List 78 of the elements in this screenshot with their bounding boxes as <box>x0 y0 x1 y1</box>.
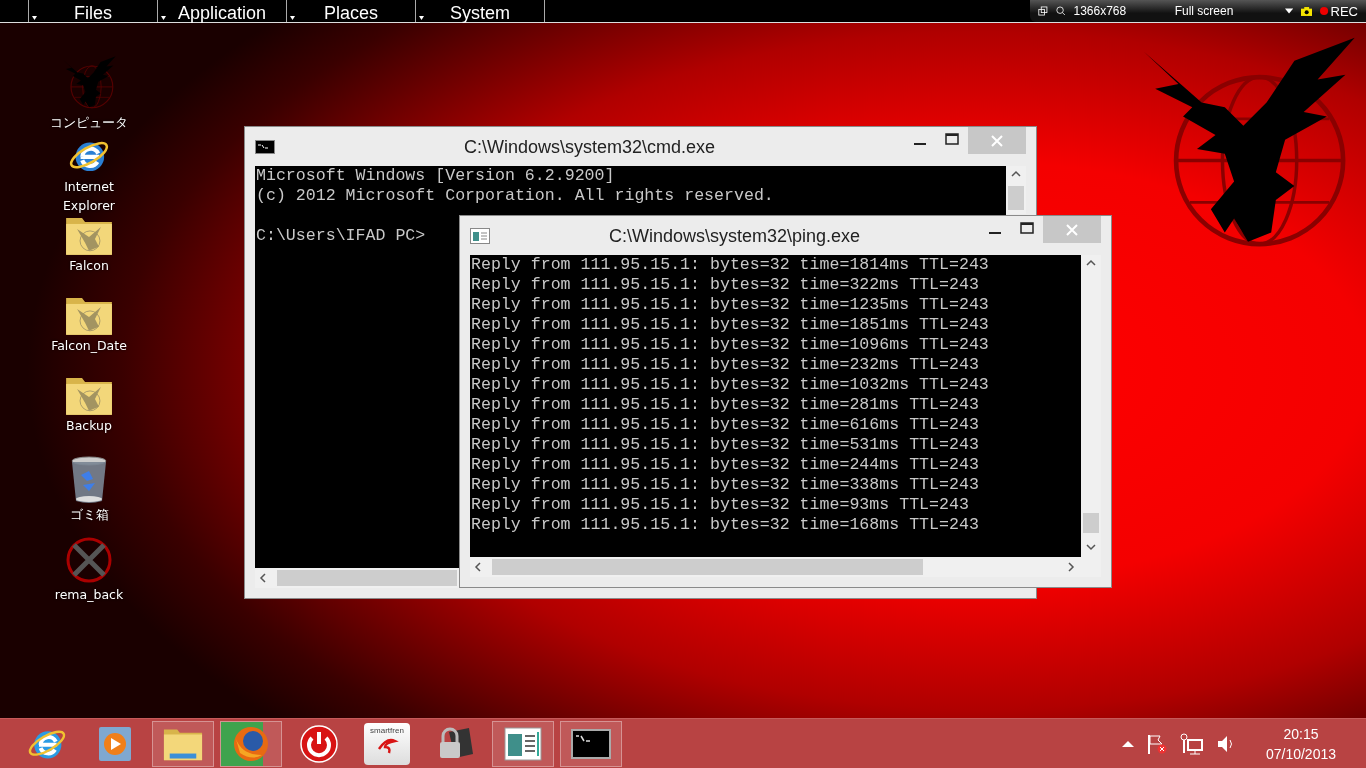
console-line: Reply from 111.95.15.1: bytes=32 time=232ms TTL=243 <box>471 355 979 375</box>
firefox-icon <box>232 724 270 763</box>
taskbar-button[interactable] <box>152 720 214 767</box>
crossed-circle-icon <box>64 535 114 585</box>
minimize-icon <box>989 232 1001 234</box>
taskbar-button[interactable]: smartfren <box>356 720 418 767</box>
caret-icon <box>290 16 295 20</box>
folder-icon <box>65 295 113 336</box>
taskbar-button[interactable] <box>492 720 554 767</box>
console-line: Reply from 111.95.15.1: bytes=32 time=168ms TTL=243 <box>471 515 979 535</box>
dropdown-icon[interactable] <box>1285 8 1294 14</box>
console-line: Reply from 111.95.15.1: bytes=32 time=531ms TTL=243 <box>471 435 979 455</box>
show-hidden-icon[interactable] <box>1121 739 1134 748</box>
scroll-thumb <box>1083 513 1099 533</box>
console-line: Reply from 111.95.15.1: bytes=32 time=244ms TTL=243 <box>471 455 979 475</box>
app-caption: smartfren <box>370 725 404 735</box>
windows-icon <box>1038 5 1048 17</box>
console-line: (c) 2012 Microsoft Corporation. All rights reserved. <box>256 186 774 206</box>
console-line: Reply from 111.95.15.1: bytes=32 time=616ms TTL=243 <box>471 415 979 435</box>
console-line: Reply from 111.95.15.1: bytes=32 time=1096ms TTL=243 <box>471 335 989 355</box>
console-line: Reply from 111.95.15.1: bytes=32 time=338ms TTL=243 <box>471 475 979 495</box>
console-line: Reply from 111.95.15.1: bytes=32 time=281ms TTL=243 <box>471 395 979 415</box>
screen-size-label: 1366x768 <box>1073 4 1127 18</box>
scroll-thumb <box>1008 186 1024 210</box>
desktop-icon[interactable]: Falcon <box>40 215 138 295</box>
close-icon <box>1066 223 1078 236</box>
scroll-left-icon <box>259 573 269 583</box>
console-icon <box>571 728 611 759</box>
folder-icon <box>65 375 113 416</box>
window-title: C:\Windows\system32\cmd.exe <box>462 136 717 158</box>
console-line: Reply from 111.95.15.1: bytes=32 time=322ms TTL=243 <box>471 275 979 295</box>
desktop-icon[interactable]: ゴミ箱 <box>40 455 138 535</box>
media-player-icon <box>98 725 132 762</box>
scroll-down-icon <box>1086 543 1096 553</box>
scroll-left-icon <box>474 562 484 572</box>
console-icon <box>255 139 275 154</box>
record-label[interactable]: REC <box>1330 3 1358 19</box>
capture-mode-label: Full screen <box>1174 4 1234 18</box>
menu-item[interactable]: System <box>415 0 544 22</box>
console-prompt: C:\Users\IFAD PC> <box>256 226 426 246</box>
menu-item[interactable]: Places <box>286 0 415 22</box>
caret-icon <box>419 16 424 20</box>
desktop-icon[interactable]: Backup <box>40 375 138 455</box>
scroll-right-icon <box>1067 562 1077 572</box>
caret-icon <box>161 16 166 20</box>
desktop-icon[interactable]: Falcon_Date <box>40 295 138 375</box>
clock-time: 20:15 <box>1283 724 1319 744</box>
record-dot-icon <box>1320 6 1329 16</box>
console-line: Microsoft Windows [Version 6.2.9200] <box>256 166 615 186</box>
desktop-icon[interactable]: コンピュータ <box>40 55 138 135</box>
camera-icon[interactable] <box>1301 5 1313 17</box>
clock-date: 07/10/2013 <box>1265 744 1336 764</box>
console-line: Reply from 111.95.15.1: bytes=32 time=93ms TTL=243 <box>471 495 969 515</box>
clock[interactable]: 20:15 07/10/2013 <box>1265 723 1336 764</box>
search-icon <box>1055 5 1066 17</box>
menu-item[interactable]: Application <box>157 0 286 22</box>
minimize-icon <box>914 143 926 145</box>
maximize-icon <box>945 133 959 145</box>
console-line: Reply from 111.95.15.1: bytes=32 time=1814ms TTL=243 <box>471 255 989 275</box>
file-explorer-icon <box>163 726 203 761</box>
console-line: Reply from 111.95.15.1: bytes=32 time=1235ms TTL=243 <box>471 295 989 315</box>
window-app-icon <box>470 227 490 244</box>
folder-icon <box>65 215 113 256</box>
console-line: Reply from 111.95.15.1: bytes=32 time=1032ms TTL=243 <box>471 375 989 395</box>
menu-item[interactable]: Files <box>28 0 157 22</box>
trash-bin-icon <box>69 455 109 505</box>
network-icon[interactable] <box>1179 732 1204 755</box>
desktop-icon[interactable]: rema_back <box>40 535 138 615</box>
desktop-icon[interactable]: Internet Explorer <box>40 135 138 215</box>
caret-icon <box>32 16 37 20</box>
taskbar-button[interactable] <box>560 720 622 767</box>
flag-icon[interactable] <box>1145 732 1168 755</box>
power-icon <box>299 723 339 764</box>
window-title: C:\Windows\system32\ping.exe <box>607 225 862 247</box>
maximize-icon <box>1020 222 1034 234</box>
close-icon <box>991 134 1003 147</box>
window-app-icon <box>504 726 542 761</box>
console-line: Reply from 111.95.15.1: bytes=32 time=1851ms TTL=243 <box>471 315 989 335</box>
